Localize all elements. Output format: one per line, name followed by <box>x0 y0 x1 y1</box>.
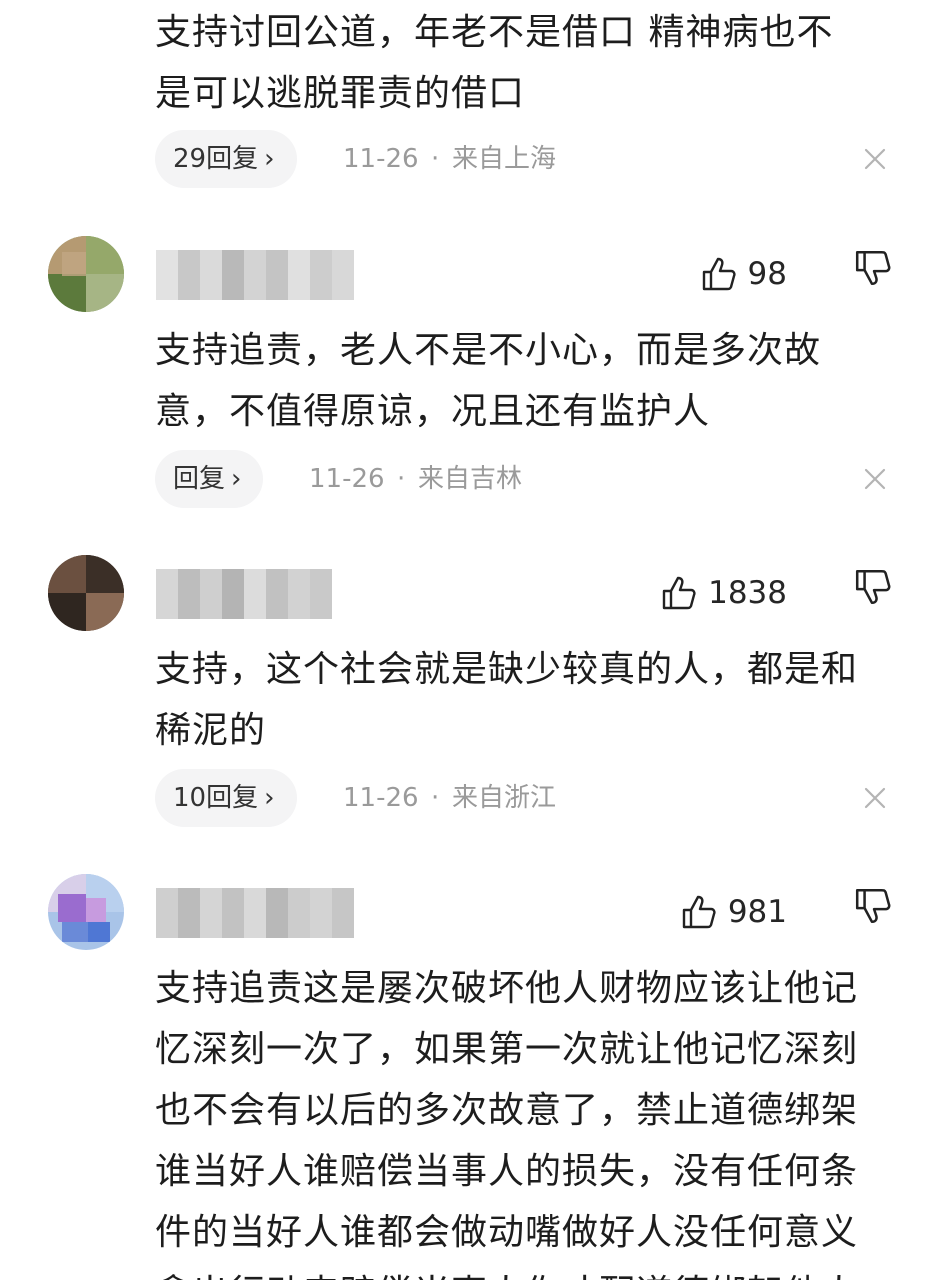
comment-text: 支持追责，老人不是不小心，而是多次故 意，不值得原谅，况且还有监护人 <box>155 320 901 442</box>
reply-label: 10回复 <box>173 783 259 813</box>
like-count: 98 <box>747 256 787 292</box>
comment-text-line: 支持，这个社会就是缺少较真的人，都是和 <box>155 649 859 690</box>
comment-text-line: 稀泥的 <box>155 710 267 751</box>
comment-location: 来自浙江 <box>452 783 557 813</box>
thumbs-down-icon[interactable] <box>853 248 893 288</box>
chevron-right-icon: › <box>231 464 242 494</box>
like-count: 981 <box>727 894 787 930</box>
comment-text-line: 件的当好人谁都会做动嘴做好人没任何意义 <box>155 1212 859 1253</box>
comment-text-line: 意，不值得原谅，况且还有监护人 <box>155 391 711 432</box>
chevron-right-icon: › <box>264 144 275 174</box>
reply-label: 29回复 <box>173 144 259 174</box>
close-icon[interactable] <box>857 141 893 177</box>
comment-text-line: 是可以逃脱罪责的借口 <box>155 73 526 114</box>
thumbs-up-icon <box>662 576 696 610</box>
comment-location: 来自吉林 <box>418 464 523 494</box>
comment-text-line: 支持追责，老人不是不小心，而是多次故 <box>155 330 822 371</box>
comment-date: 11-26 <box>343 783 419 813</box>
username-blurred[interactable] <box>156 888 354 938</box>
close-icon[interactable] <box>857 461 893 497</box>
like-count: 1838 <box>708 575 787 611</box>
comment-date: 11-26 <box>309 464 385 494</box>
comment-text-line: 也不会有以后的多次故意了，禁止道德绑架 <box>155 1090 859 1131</box>
reply-label: 回复 <box>173 464 226 494</box>
comment-feed: 支持讨回公道，年老不是借口 精神病也不 是可以逃脱罪责的借口 29回复 › 11… <box>0 0 941 1280</box>
thumbs-up-icon <box>682 895 716 929</box>
comment-text: 支持，这个社会就是缺少较真的人，都是和 稀泥的 <box>155 639 901 761</box>
meta-separator: · <box>431 783 440 813</box>
reply-button[interactable]: 10回复 › <box>155 769 297 827</box>
comment-date: 11-26 <box>343 144 419 174</box>
reply-button[interactable]: 29回复 › <box>155 130 297 188</box>
thumbs-down-icon[interactable] <box>853 886 893 926</box>
thumbs-down-icon[interactable] <box>853 567 893 607</box>
chevron-right-icon: › <box>264 783 275 813</box>
avatar[interactable] <box>48 236 124 312</box>
comment-text-line: 支持追责这是屡次破坏他人财物应该让他记 <box>155 968 859 1009</box>
comment-text-line: 支持讨回公道，年老不是借口 精神病也不 <box>155 12 834 53</box>
avatar[interactable] <box>48 874 124 950</box>
comment-author-row: 98 <box>48 236 893 316</box>
comment-author-row: 1838 <box>48 555 893 635</box>
comment-text: 支持讨回公道，年老不是借口 精神病也不 是可以逃脱罪责的借口 <box>155 2 901 124</box>
meta-separator: · <box>397 464 406 494</box>
like-button[interactable]: 1838 <box>660 565 787 621</box>
comment-location: 来自上海 <box>452 144 557 174</box>
comment-meta: 回复 › 11-26 · 来自吉林 <box>155 450 893 508</box>
comment-meta: 29回复 › 11-26 · 来自上海 <box>155 130 893 188</box>
thumbs-up-icon <box>702 257 736 291</box>
comment-text-line: 拿出行动来赔偿当事人你才配道德绑架他人 <box>155 1263 901 1280</box>
username-blurred[interactable] <box>156 569 332 619</box>
meta-separator: · <box>431 144 440 174</box>
avatar[interactable] <box>48 555 124 631</box>
comment-text: 支持追责这是屡次破坏他人财物应该让他记 忆深刻一次了，如果第一次就让他记忆深刻 … <box>155 958 901 1280</box>
reply-button[interactable]: 回复 › <box>155 450 264 508</box>
username-blurred[interactable] <box>156 250 354 300</box>
like-button[interactable]: 981 <box>680 884 787 940</box>
comment-author-row: 981 <box>48 874 893 954</box>
comment-text-line: 谁当好人谁赔偿当事人的损失，没有任何条 <box>155 1151 859 1192</box>
comment-meta: 10回复 › 11-26 · 来自浙江 <box>155 769 893 827</box>
like-button[interactable]: 98 <box>700 246 787 302</box>
comment-text-line: 忆深刻一次了，如果第一次就让他记忆深刻 <box>155 1029 859 1070</box>
close-icon[interactable] <box>857 780 893 816</box>
